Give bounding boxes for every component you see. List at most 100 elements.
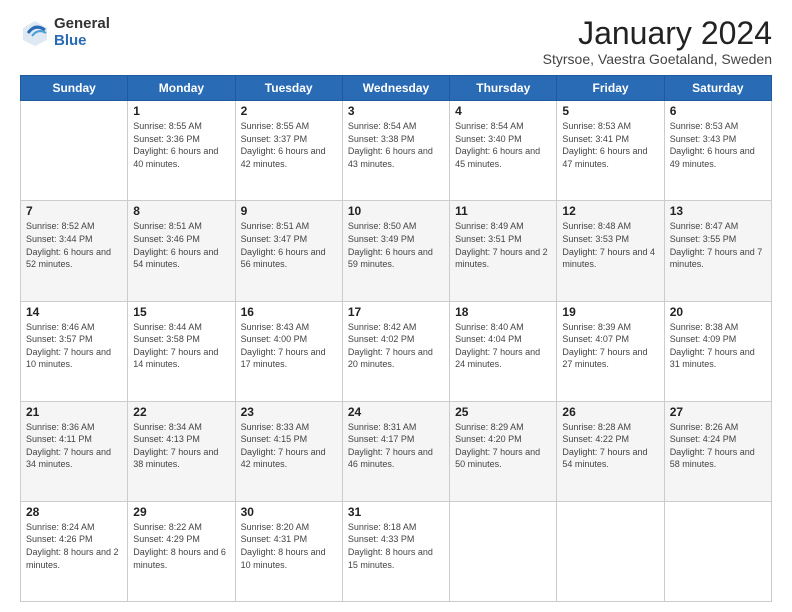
calendar-cell: 18 Sunrise: 8:40 AMSunset: 4:04 PMDayligh… <box>450 301 557 401</box>
day-info: Sunrise: 8:55 AMSunset: 3:36 PMDaylight:… <box>133 120 229 170</box>
calendar-cell: 11 Sunrise: 8:49 AMSunset: 3:51 PMDayligh… <box>450 201 557 301</box>
logo-blue: Blue <box>54 33 110 50</box>
day-info: Sunrise: 8:54 AMSunset: 3:38 PMDaylight:… <box>348 120 444 170</box>
calendar-cell: 17Sunrise: 8:42 AMSunset: 4:02 PMDayligh… <box>342 301 449 401</box>
day-info: Sunrise: 8:53 AMSunset: 3:43 PMDaylight:… <box>670 120 766 170</box>
logo-icon <box>20 18 50 48</box>
calendar-cell: 4Sunrise: 8:54 AMSunset: 3:40 PMDaylight… <box>450 101 557 201</box>
day-info: Sunrise: 8:55 AMSunset: 3:37 PMDaylight:… <box>241 120 337 170</box>
day-info: Sunrise: 8:38 AMSunset: 4:09 PMDaylight:… <box>670 321 766 371</box>
day-info: Sunrise: 8:39 AMSunset: 4:07 PMDaylight:… <box>562 321 658 371</box>
day-header: Thursday <box>450 76 557 101</box>
day-info: Sunrise: 8:51 AMSunset: 3:46 PMDaylight:… <box>133 220 229 270</box>
header: General Blue January 2024 Styrsoe, Vaest… <box>20 16 772 67</box>
calendar: SundayMondayTuesdayWednesdayThursdayFrid… <box>20 75 772 602</box>
day-number: 21 <box>26 405 122 419</box>
calendar-cell: 19 Sunrise: 8:39 AMSunset: 4:07 PMDayligh… <box>557 301 664 401</box>
day-info: Sunrise: 8:40 AMSunset: 4:04 PMDaylight:… <box>455 321 551 371</box>
day-number: 24 <box>348 405 444 419</box>
day-info: Sunrise: 8:31 AMSunset: 4:17 PMDaylight:… <box>348 421 444 471</box>
day-info: Sunrise: 8:49 AMSunset: 3:51 PMDaylight:… <box>455 220 551 270</box>
day-number: 2 <box>241 104 337 118</box>
day-number: 12 <box>562 204 658 218</box>
day-info: Sunrise: 8:48 AMSunset: 3:53 PMDaylight:… <box>562 220 658 270</box>
day-info: Sunrise: 8:26 AMSunset: 4:24 PMDaylight:… <box>670 421 766 471</box>
location: Styrsoe, Vaestra Goetaland, Sweden <box>543 51 772 67</box>
day-info: Sunrise: 8:33 AMSunset: 4:15 PMDaylight:… <box>241 421 337 471</box>
day-info: Sunrise: 8:24 AMSunset: 4:26 PMDaylight:… <box>26 521 122 571</box>
page: General Blue January 2024 Styrsoe, Vaest… <box>0 0 792 612</box>
day-info: Sunrise: 8:51 AMSunset: 3:47 PMDaylight:… <box>241 220 337 270</box>
day-info: Sunrise: 8:44 AMSunset: 3:58 PMDaylight:… <box>133 321 229 371</box>
day-number: 16 <box>241 305 337 319</box>
day-number: 28 <box>26 505 122 519</box>
day-info: Sunrise: 8:52 AMSunset: 3:44 PMDaylight:… <box>26 220 122 270</box>
day-info: Sunrise: 8:47 AMSunset: 3:55 PMDaylight:… <box>670 220 766 270</box>
day-info: Sunrise: 8:53 AMSunset: 3:41 PMDaylight:… <box>562 120 658 170</box>
calendar-cell: 9 Sunrise: 8:51 AMSunset: 3:47 PMDaylight… <box>235 201 342 301</box>
day-number: 30 <box>241 505 337 519</box>
day-header: Monday <box>128 76 235 101</box>
day-info: Sunrise: 8:20 AMSunset: 4:31 PMDaylight:… <box>241 521 337 571</box>
day-info: Sunrise: 8:46 AMSunset: 3:57 PMDaylight:… <box>26 321 122 371</box>
day-number: 1 <box>133 104 229 118</box>
day-number: 20 <box>670 305 766 319</box>
calendar-cell: 3 Sunrise: 8:54 AMSunset: 3:38 PMDaylight… <box>342 101 449 201</box>
day-number: 31 <box>348 505 444 519</box>
day-number: 13 <box>670 204 766 218</box>
month-title: January 2024 <box>543 16 772 51</box>
day-number: 18 <box>455 305 551 319</box>
calendar-cell: 5 Sunrise: 8:53 AMSunset: 3:41 PMDaylight… <box>557 101 664 201</box>
calendar-cell <box>557 501 664 601</box>
day-number: 14 <box>26 305 122 319</box>
day-info: Sunrise: 8:50 AMSunset: 3:49 PMDaylight:… <box>348 220 444 270</box>
calendar-cell <box>664 501 771 601</box>
calendar-cell <box>21 101 128 201</box>
logo: General Blue <box>20 16 110 49</box>
calendar-cell: 6Sunrise: 8:53 AMSunset: 3:43 PMDaylight… <box>664 101 771 201</box>
day-info: Sunrise: 8:34 AMSunset: 4:13 PMDaylight:… <box>133 421 229 471</box>
day-number: 17 <box>348 305 444 319</box>
day-number: 8 <box>133 204 229 218</box>
day-number: 22 <box>133 405 229 419</box>
calendar-cell: 28 Sunrise: 8:24 AMSunset: 4:26 PMDayligh… <box>21 501 128 601</box>
calendar-cell: 21 Sunrise: 8:36 AMSunset: 4:11 PMDayligh… <box>21 401 128 501</box>
calendar-cell: 8 Sunrise: 8:51 AMSunset: 3:46 PMDaylight… <box>128 201 235 301</box>
calendar-cell: 23 Sunrise: 8:33 AMSunset: 4:15 PMDayligh… <box>235 401 342 501</box>
day-header: Sunday <box>21 76 128 101</box>
calendar-cell: 2 Sunrise: 8:55 AMSunset: 3:37 PMDaylight… <box>235 101 342 201</box>
calendar-cell: 13 Sunrise: 8:47 AMSunset: 3:55 PMDayligh… <box>664 201 771 301</box>
logo-general: General <box>54 16 110 33</box>
day-number: 19 <box>562 305 658 319</box>
calendar-cell: 25 Sunrise: 8:29 AMSunset: 4:20 PMDayligh… <box>450 401 557 501</box>
day-number: 26 <box>562 405 658 419</box>
calendar-cell: 16 Sunrise: 8:43 AMSunset: 4:00 PMDayligh… <box>235 301 342 401</box>
calendar-cell: 29Sunrise: 8:22 AMSunset: 4:29 PMDayligh… <box>128 501 235 601</box>
calendar-cell: 12 Sunrise: 8:48 AMSunset: 3:53 PMDayligh… <box>557 201 664 301</box>
calendar-cell: 31Sunrise: 8:18 AMSunset: 4:33 PMDayligh… <box>342 501 449 601</box>
day-number: 5 <box>562 104 658 118</box>
title-block: January 2024 Styrsoe, Vaestra Goetaland,… <box>543 16 772 67</box>
day-number: 11 <box>455 204 551 218</box>
day-header: Saturday <box>664 76 771 101</box>
day-number: 10 <box>348 204 444 218</box>
day-number: 27 <box>670 405 766 419</box>
day-info: Sunrise: 8:36 AMSunset: 4:11 PMDaylight:… <box>26 421 122 471</box>
day-number: 23 <box>241 405 337 419</box>
day-number: 25 <box>455 405 551 419</box>
calendar-cell <box>450 501 557 601</box>
day-number: 9 <box>241 204 337 218</box>
logo-text: General Blue <box>54 16 110 49</box>
calendar-cell: 10 Sunrise: 8:50 AMSunset: 3:49 PMDayligh… <box>342 201 449 301</box>
day-number: 3 <box>348 104 444 118</box>
calendar-cell: 26Sunrise: 8:28 AMSunset: 4:22 PMDayligh… <box>557 401 664 501</box>
day-header: Tuesday <box>235 76 342 101</box>
day-info: Sunrise: 8:43 AMSunset: 4:00 PMDaylight:… <box>241 321 337 371</box>
day-number: 7 <box>26 204 122 218</box>
day-number: 29 <box>133 505 229 519</box>
calendar-cell: 1 Sunrise: 8:55 AMSunset: 3:36 PMDaylight… <box>128 101 235 201</box>
calendar-cell: 15Sunrise: 8:44 AMSunset: 3:58 PMDayligh… <box>128 301 235 401</box>
calendar-cell: 30 Sunrise: 8:20 AMSunset: 4:31 PMDayligh… <box>235 501 342 601</box>
day-info: Sunrise: 8:29 AMSunset: 4:20 PMDaylight:… <box>455 421 551 471</box>
calendar-cell: 7 Sunrise: 8:52 AMSunset: 3:44 PMDaylight… <box>21 201 128 301</box>
